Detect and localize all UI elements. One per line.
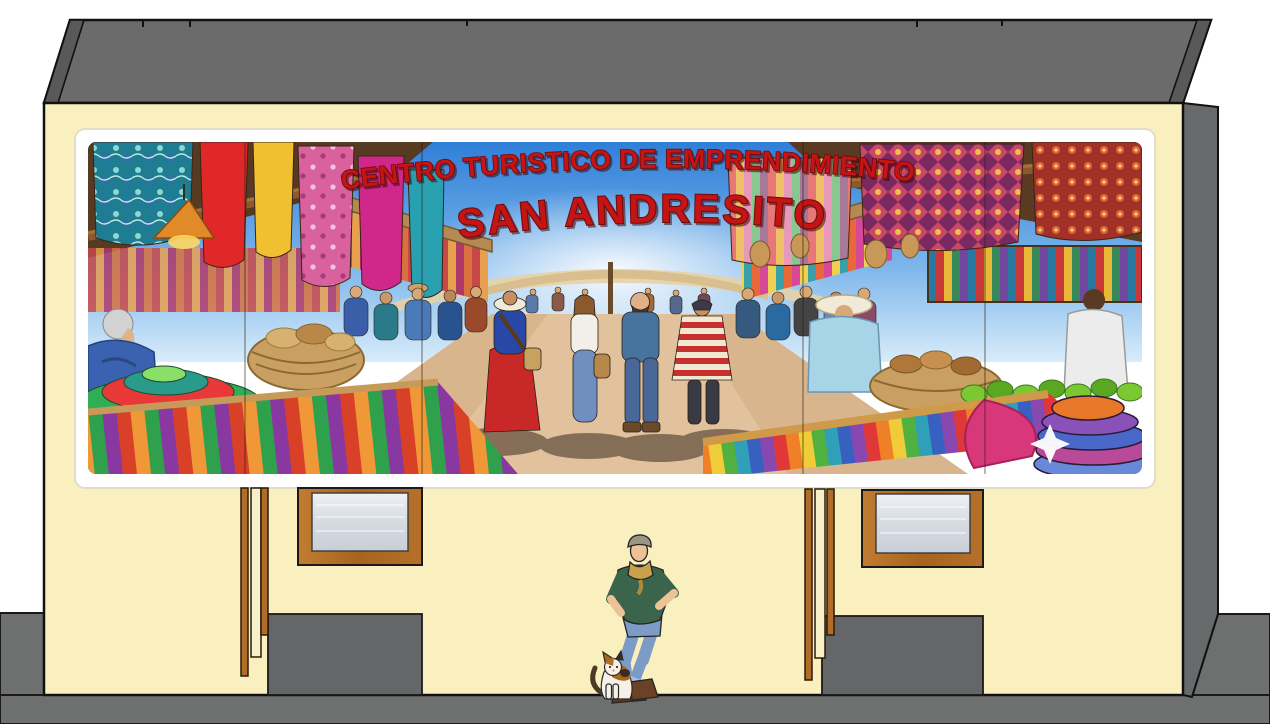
- billboard: CENTRO TURISTICO DE EMPRENDIMIENTO SAN A…: [75, 129, 1158, 488]
- mural-photo: CENTRO TURISTICO DE EMPRENDIMIENTO SAN A…: [78, 142, 1158, 479]
- cat-paw: [606, 684, 612, 699]
- cat-paw: [613, 684, 619, 699]
- door-interior-right: [822, 616, 983, 695]
- building-elevation-scene: CENTRO TURISTICO DE EMPRENDIMIENTO SAN A…: [0, 0, 1270, 724]
- building-roof: [44, 20, 1211, 103]
- sign-panel-right: [876, 494, 970, 553]
- building-side-wall: [1183, 103, 1218, 697]
- door-sign-left: [298, 488, 422, 565]
- scene-canvas: CENTRO TURISTICO DE EMPRENDIMIENTO SAN A…: [0, 0, 1270, 724]
- door-interior-left: [268, 614, 422, 695]
- sign-panel-left: [312, 493, 408, 551]
- door-sign-right: [862, 490, 983, 567]
- roof-top-surface: [44, 20, 1211, 103]
